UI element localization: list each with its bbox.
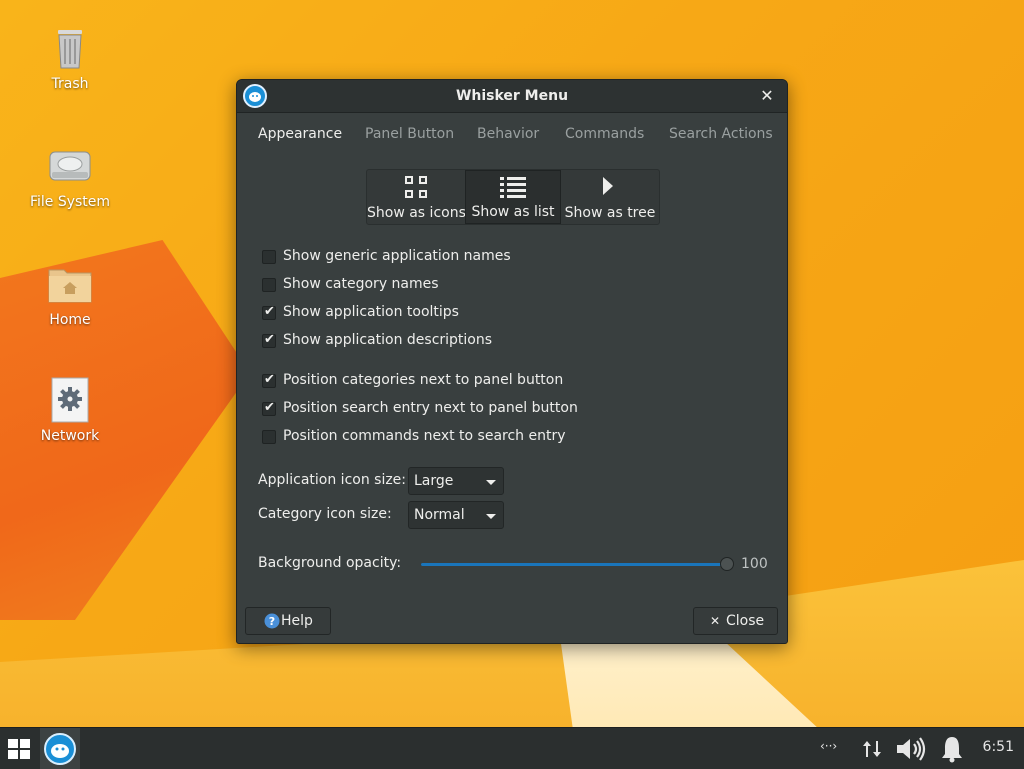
opacity-value: 100 xyxy=(741,556,768,572)
app-icon-size-select[interactable]: Large xyxy=(408,467,504,495)
titlebar[interactable]: Whisker Menu ✕ xyxy=(237,80,787,113)
show-as-tree-button[interactable]: Show as tree xyxy=(561,170,659,224)
view-button-label: Show as icons xyxy=(367,205,466,221)
check-mark-icon: ✔ xyxy=(264,304,275,319)
desktop-icon-label: Trash xyxy=(51,76,89,92)
opacity-slider-track[interactable] xyxy=(421,563,727,566)
button-label: Close xyxy=(726,613,765,629)
volume-icon[interactable] xyxy=(895,728,927,769)
show-tooltips-checkbox[interactable]: ✔ xyxy=(262,304,276,320)
close-icon: ✕ xyxy=(710,614,721,628)
view-button-label: Show as list xyxy=(471,204,555,220)
desktop-icon-network[interactable]: Network xyxy=(22,376,118,444)
whisker-menu-button[interactable] xyxy=(40,728,80,769)
checkbox-label: Show application descriptions xyxy=(283,332,493,348)
show-category-names-checkbox[interactable] xyxy=(262,278,276,292)
select-value: Normal xyxy=(414,507,465,523)
tab-appearance[interactable]: Appearance xyxy=(258,126,342,142)
select-value: Large xyxy=(414,473,454,489)
checkbox-label: Position categories next to panel button xyxy=(283,372,564,388)
whisker-menu-dialog: Whisker Menu ✕ Appearance Panel Button B… xyxy=(236,79,788,644)
help-icon: ? xyxy=(264,613,280,629)
desktop-icon-trash[interactable]: Trash xyxy=(22,24,118,92)
check-mark-icon: ✔ xyxy=(264,332,275,347)
close-icon[interactable]: ✕ xyxy=(757,86,777,106)
show-as-list-button[interactable]: Show as list xyxy=(465,170,561,224)
network-gear-icon xyxy=(46,376,94,424)
chevron-down-icon xyxy=(486,514,496,519)
triangle-right-icon xyxy=(603,177,613,195)
desktop-icon-file-system[interactable]: File System xyxy=(22,142,118,210)
desktop-icon-home[interactable]: Home xyxy=(22,260,118,328)
grid-icon xyxy=(405,176,427,198)
check-mark-icon: ✔ xyxy=(264,372,275,387)
network-icon[interactable]: ‹··› xyxy=(820,739,837,753)
taskbar: ‹··› 6:51 xyxy=(0,727,1024,769)
show-generic-names-checkbox[interactable] xyxy=(262,250,276,264)
checkbox-label: Show category names xyxy=(283,276,439,292)
window-title: Whisker Menu xyxy=(455,88,569,104)
help-button[interactable]: ? Help xyxy=(245,607,331,635)
notification-bell-icon[interactable] xyxy=(940,728,964,769)
show-as-icons-button[interactable]: Show as icons xyxy=(367,170,466,224)
tab-panel-button[interactable]: Panel Button xyxy=(365,126,454,142)
position-categories-checkbox[interactable]: ✔ xyxy=(262,372,276,388)
windows-logo-icon xyxy=(8,739,30,759)
position-search-checkbox[interactable]: ✔ xyxy=(262,400,276,416)
show-descriptions-checkbox[interactable]: ✔ xyxy=(262,332,276,348)
transfer-arrows-icon[interactable] xyxy=(862,728,882,769)
category-icon-size-label: Category icon size: xyxy=(258,506,392,522)
drive-icon xyxy=(46,142,94,190)
opacity-slider-fill xyxy=(421,563,727,566)
home-folder-icon xyxy=(46,260,94,308)
tab-commands[interactable]: Commands xyxy=(565,126,644,142)
start-button[interactable] xyxy=(8,728,32,769)
svg-text:?: ? xyxy=(269,615,275,628)
desktop-icon-label: File System xyxy=(29,194,111,210)
whisker-logo-icon xyxy=(44,733,76,765)
trash-icon xyxy=(46,24,94,72)
clock[interactable]: 6:51 xyxy=(983,739,1014,755)
list-icon xyxy=(500,177,526,198)
check-mark-icon: ✔ xyxy=(264,400,275,415)
desktop-icon-label: Home xyxy=(49,312,91,328)
checkbox-label: Position search entry next to panel butt… xyxy=(283,400,578,416)
view-button-label: Show as tree xyxy=(564,205,656,221)
app-icon-size-label: Application icon size: xyxy=(258,472,407,488)
opacity-slider-handle[interactable] xyxy=(720,557,734,571)
tab-bar: Appearance Panel Button Behavior Command… xyxy=(247,122,777,150)
checkbox-label: Show generic application names xyxy=(283,248,511,264)
checkbox-label: Show application tooltips xyxy=(283,304,459,320)
checkbox-label: Position commands next to search entry xyxy=(283,428,566,444)
desktop-icon-label: Network xyxy=(40,428,100,444)
chevron-down-icon xyxy=(486,480,496,485)
position-commands-checkbox[interactable] xyxy=(262,430,276,444)
tab-behavior[interactable]: Behavior xyxy=(477,126,539,142)
close-button[interactable]: ✕ Close xyxy=(693,607,778,635)
background-opacity-label: Background opacity: xyxy=(258,555,402,571)
tab-search-actions[interactable]: Search Actions xyxy=(669,126,773,142)
button-label: Help xyxy=(281,613,313,629)
category-icon-size-select[interactable]: Normal xyxy=(408,501,504,529)
view-mode-group: Show as icons Show as list Show as tree xyxy=(366,169,660,225)
